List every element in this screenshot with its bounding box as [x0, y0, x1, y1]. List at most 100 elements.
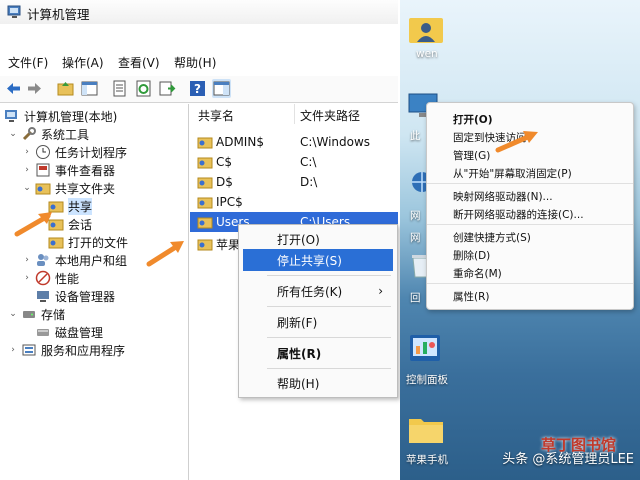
menu-file[interactable]: 文件(F)	[8, 54, 48, 71]
tree-open-files[interactable]: 打开的文件	[48, 233, 128, 251]
computer-management-window: 计算机管理 文件(F) 操作(A) 查看(V) 帮助(H) ? 计算机管理(本地…	[0, 0, 398, 480]
orange-arrow-icon	[146, 241, 184, 267]
computer-management-icon	[5, 110, 17, 122]
tree-storage[interactable]: ⌄ 存储	[8, 305, 65, 323]
share-name: IPC$	[216, 195, 243, 209]
menu-item-open[interactable]: 打开(O)	[243, 228, 393, 250]
shared-folder-icon	[197, 177, 213, 189]
tree-local-users[interactable]: › 本地用户和组	[22, 251, 127, 269]
menu-item-disconnect-network-drive[interactable]: 断开网络驱动器的连接(C)...	[453, 207, 584, 222]
chevron-down-icon[interactable]: ⌄	[22, 183, 32, 193]
desktop-icon-label: wen	[416, 48, 438, 60]
menu-view[interactable]: 查看(V)	[118, 54, 160, 71]
tree-shares-label: 共享	[68, 197, 93, 215]
tree-task-scheduler[interactable]: › 任务计划程序	[22, 143, 127, 161]
menu-item-delete[interactable]: 删除(D)	[453, 248, 490, 263]
tree-services[interactable]: › 服务和应用程序	[8, 341, 125, 359]
chevron-right-icon[interactable]: ›	[22, 147, 32, 157]
tree-shared-folders[interactable]: ⌄ 共享文件夹	[22, 179, 115, 197]
device-manager-icon	[37, 291, 49, 302]
column-divider[interactable]	[294, 104, 295, 124]
window-title: 计算机管理	[27, 7, 90, 22]
table-row[interactable]: C$ C:\	[190, 152, 398, 172]
menu-item-rename[interactable]: 重命名(M)	[453, 266, 502, 281]
tree-root-label: 计算机管理(本地)	[24, 109, 118, 124]
desktop-icon-label: 网	[410, 232, 421, 244]
chevron-right-icon[interactable]: ›	[22, 165, 32, 175]
menu-item-manage[interactable]: 管理(G)	[453, 148, 490, 163]
export-list-icon[interactable]	[158, 79, 177, 98]
tree-local-users-label: 本地用户和组	[55, 253, 128, 268]
chevron-right-icon[interactable]: ›	[22, 273, 32, 283]
show-action-pane-icon[interactable]	[212, 79, 231, 98]
share-name: ADMIN$	[216, 135, 264, 149]
desktop-icon-label: 网	[410, 210, 421, 222]
forward-arrow-icon[interactable]	[25, 79, 44, 98]
chevron-right-icon[interactable]: ›	[22, 255, 32, 265]
tree-event-viewer[interactable]: › 事件查看器	[22, 161, 115, 179]
chevron-right-icon[interactable]: ›	[8, 345, 18, 355]
tree-shared-folders-label: 共享文件夹	[55, 181, 116, 196]
tree-device-manager[interactable]: 设备管理器	[35, 287, 115, 305]
menu-item-help[interactable]: 帮助(H)	[243, 372, 393, 394]
menu-item-open[interactable]: 打开(O)	[453, 112, 493, 127]
menu-item-unpin-start[interactable]: 从"开始"屏幕取消固定(P)	[453, 166, 572, 181]
menu-action[interactable]: 操作(A)	[62, 54, 104, 71]
share-name: 苹果	[216, 237, 241, 252]
tree-root[interactable]: 计算机管理(本地)	[4, 107, 117, 125]
folder-icon[interactable]	[408, 414, 444, 444]
properties-icon[interactable]	[110, 79, 129, 98]
clock-icon	[36, 145, 50, 159]
storage-icon	[23, 311, 35, 318]
chevron-down-icon[interactable]: ⌄	[8, 129, 18, 139]
tree-system-tools[interactable]: ⌄ 系统工具	[8, 125, 89, 143]
refresh-icon[interactable]	[134, 79, 153, 98]
menu-divider	[427, 224, 633, 225]
menu-item-all-tasks[interactable]: 所有任务(K) ›	[243, 280, 393, 302]
users-icon	[37, 254, 49, 266]
menu-divider	[267, 275, 391, 276]
column-header-share-name[interactable]: 共享名	[198, 107, 234, 124]
watermark-text: 头条 @系统管理员LEE	[502, 452, 634, 467]
menu-item-properties[interactable]: 属性(R)	[243, 342, 393, 364]
menu-item-label: 属性(R)	[277, 346, 322, 361]
tree-performance[interactable]: › 性能	[22, 269, 79, 287]
menu-item-refresh[interactable]: 刷新(F)	[243, 311, 393, 333]
menu-item-stop-sharing[interactable]: 停止共享(S)	[243, 249, 393, 271]
back-arrow-icon[interactable]	[4, 79, 23, 98]
menu-divider	[267, 368, 391, 369]
table-row[interactable]: IPC$	[190, 192, 398, 212]
menu-bar: 文件(F) 操作(A) 查看(V) 帮助(H)	[0, 54, 398, 74]
tree-device-manager-label: 设备管理器	[55, 289, 116, 304]
desktop-icon-label: 回	[410, 292, 421, 304]
shared-folder-icon	[197, 197, 213, 209]
desktop-icon-label: 此	[410, 130, 421, 142]
menu-help[interactable]: 帮助(H)	[174, 54, 216, 71]
menu-divider	[427, 183, 633, 184]
user-folder-icon[interactable]	[408, 14, 444, 44]
control-panel-icon[interactable]	[409, 334, 441, 364]
title-bar: 计算机管理	[0, 0, 398, 24]
menu-item-label: 停止共享(S)	[277, 253, 342, 268]
tree-disk-management[interactable]: 磁盘管理	[35, 323, 103, 341]
table-row[interactable]: D$ D:\	[190, 172, 398, 192]
menu-item-properties[interactable]: 属性(R)	[453, 289, 490, 304]
table-row[interactable]: ADMIN$ C:\Windows	[190, 132, 398, 152]
shared-folder-icon	[197, 239, 213, 251]
menu-item-map-network-drive[interactable]: 映射网络驱动器(N)...	[453, 189, 553, 204]
tree-storage-label: 存储	[41, 307, 66, 322]
tree-disk-management-label: 磁盘管理	[55, 325, 104, 340]
tree-performance-label: 性能	[55, 271, 80, 286]
column-header-folder-path[interactable]: 文件夹路径	[300, 107, 360, 124]
chevron-down-icon[interactable]: ⌄	[8, 309, 18, 319]
menu-item-create-shortcut[interactable]: 创建快捷方式(S)	[453, 230, 531, 245]
orange-arrow-icon	[14, 212, 52, 237]
menu-divider	[427, 283, 633, 284]
desktop-icon-label: 控制面板	[406, 374, 448, 386]
up-folder-icon[interactable]	[56, 79, 75, 98]
svg-text:?: ?	[194, 82, 201, 96]
show-hide-tree-icon[interactable]	[80, 79, 99, 98]
help-icon[interactable]: ?	[188, 79, 207, 98]
share-path: D:\	[300, 175, 318, 189]
shared-folder-icon	[197, 217, 213, 229]
